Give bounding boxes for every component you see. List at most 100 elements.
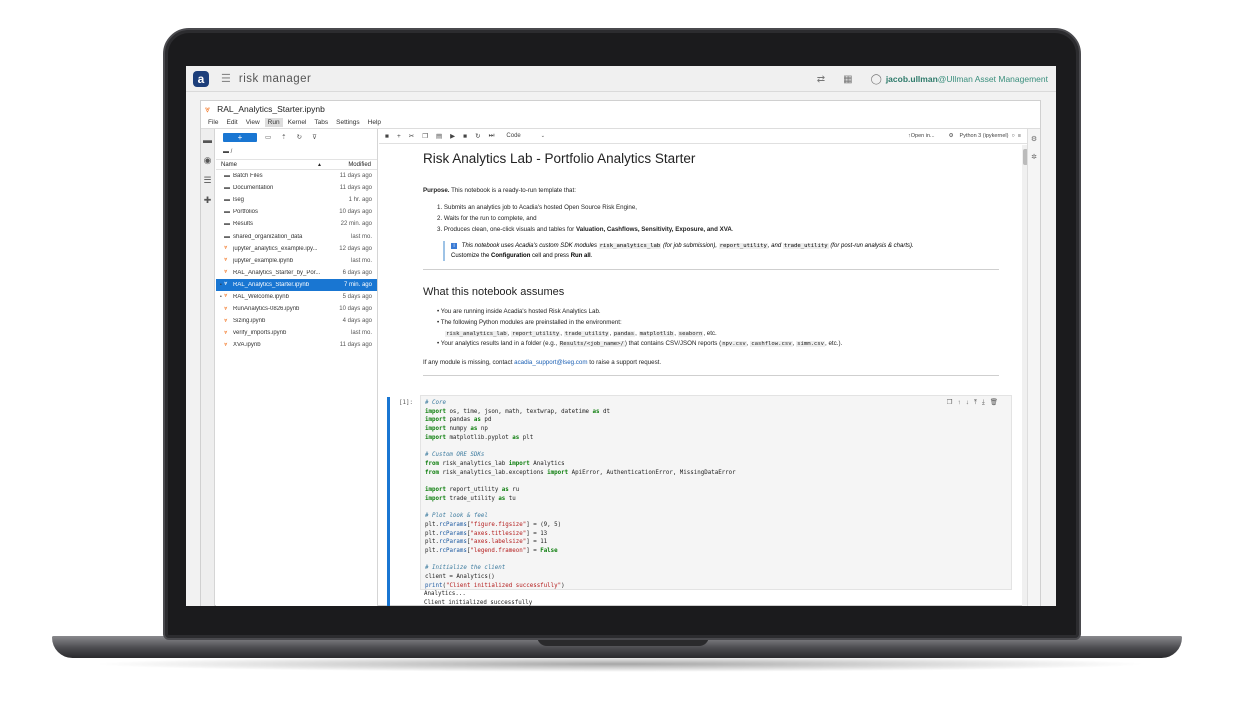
file-list-item[interactable]: ▬ Documentation 11 days ago: [216, 182, 377, 194]
paste-icon[interactable]: ▤: [436, 132, 442, 140]
file-list-item[interactable]: ⩔ RunAnalytics-0826.ipynb 10 days ago: [216, 303, 377, 315]
info-icon: i: [451, 243, 457, 249]
list-item: • Your analytics results land in a folde…: [437, 340, 843, 348]
notebook-toolbar: ■ + ✂ ❐ ▤ ▶ ■ ↻ ⏭ Code ⌄ ↑ Open in... ⚙ …: [379, 129, 1029, 144]
menu-help[interactable]: Help: [365, 118, 384, 127]
upload-icon[interactable]: ⇡: [281, 133, 286, 141]
chevron-down-icon[interactable]: ⌄: [541, 133, 545, 139]
run-icon[interactable]: ▶: [450, 132, 455, 140]
cell-type-select[interactable]: Code: [506, 133, 520, 139]
duplicate-icon[interactable]: ❐: [947, 399, 958, 406]
file-name: shared_organization_data: [233, 233, 303, 240]
file-list-item[interactable]: ▬ Results 22 min. ago: [216, 218, 377, 230]
breadcrumb-path[interactable]: /: [231, 149, 233, 155]
file-list-item[interactable]: ⩔ jupyter_example.ipynb last mo.: [216, 255, 377, 267]
menu-file[interactable]: File: [205, 118, 221, 127]
insert-below-icon[interactable]: ⤓: [982, 399, 990, 406]
file-name: verify_imports.ipynb: [233, 330, 287, 337]
file-list-item[interactable]: ▬ lseg 1 hr. ago: [216, 194, 377, 206]
refresh-icon[interactable]: ↻: [297, 133, 302, 141]
notebook-icon: ⩔: [224, 245, 228, 252]
menu-view[interactable]: View: [243, 118, 263, 127]
restart-icon[interactable]: ↻: [475, 132, 480, 140]
module-chip: pandas: [612, 330, 636, 337]
restart-run-all-icon[interactable]: ⏭: [489, 132, 495, 140]
module-chip: risk_analytics_lab: [445, 330, 508, 337]
notebook-icon: ⩔: [224, 305, 228, 312]
insert-above-icon[interactable]: ⤒: [974, 399, 982, 406]
file-list-item[interactable]: ⩔ verify_imports.ipynb last mo.: [216, 327, 377, 339]
menu-settings[interactable]: Settings: [333, 118, 363, 127]
file-list-item[interactable]: ⩔ RAL_Analytics_Starter_by_Por... 6 days a…: [216, 267, 377, 279]
notebook-heading: Risk Analytics Lab - Portfolio Analytics…: [423, 151, 696, 166]
copy-icon[interactable]: ❐: [422, 132, 428, 140]
modules-end: , etc.: [703, 329, 717, 337]
home-folder-icon[interactable]: ▬: [223, 149, 229, 155]
app-logo[interactable]: a: [193, 70, 209, 87]
running-icon[interactable]: ◉: [201, 155, 214, 169]
module-report-utility: report_utility: [718, 243, 768, 249]
file-list-item[interactable]: • ⩔ RAL_Welcome.ipynb 5 days ago: [216, 291, 377, 303]
file-modified: 5 days ago: [342, 293, 372, 300]
assumption-3a: Your analytics results land in a folder …: [440, 340, 558, 348]
toc-icon[interactable]: ☰: [201, 175, 214, 189]
app-header: a ☰ risk manager ⇄ ▦ ◯ jacob.ullman @Ull…: [186, 66, 1056, 92]
more-menu-icon[interactable]: ≡: [1018, 133, 1021, 139]
menu-kernel[interactable]: Kernel: [285, 118, 310, 127]
debugger-icon[interactable]: ✲: [1028, 153, 1040, 165]
file-list-item[interactable]: • ⩔ RAL_Analytics_Starter.ipynb 7 min. ago: [216, 278, 377, 291]
property-inspector-icon[interactable]: ⚙: [1028, 135, 1040, 147]
cell-toolbar: ❐↑↓⤒⤓🗑: [947, 398, 1003, 407]
notebook-icon: ⩔: [224, 329, 228, 336]
swap-icon[interactable]: ⇄: [817, 74, 825, 85]
insert-cell-icon[interactable]: +: [397, 133, 401, 140]
file-modified: 10 days ago: [339, 209, 372, 216]
file-list-item[interactable]: ▬ Portfolios 10 days ago: [216, 206, 377, 218]
kernel-name[interactable]: Python 3 (ipykernel): [960, 133, 1009, 139]
file-list-item[interactable]: ▬ Batch Files 11 days ago: [216, 170, 377, 182]
folder-icon[interactable]: ▬: [201, 135, 214, 149]
menu-tabs[interactable]: Tabs: [311, 118, 331, 127]
move-down-icon[interactable]: ↓: [966, 399, 974, 406]
code-cell-editor[interactable]: ❐↑↓⤒⤓🗑 # Core import os, time, json, mat…: [420, 395, 1012, 590]
divider: [423, 269, 999, 270]
notebook-filename[interactable]: RAL_Analytics_Starter.ipynb: [217, 104, 325, 114]
grid-icon[interactable]: ▦: [843, 74, 852, 85]
note-mid1: (for job submission),: [662, 243, 717, 249]
file-name: RAL_Welcome.ipynb: [233, 293, 289, 300]
file-list-item[interactable]: ⩔ Sizing.ipynb 4 days ago: [216, 315, 377, 327]
user-name[interactable]: jacob.ullman: [886, 74, 938, 84]
user-icon[interactable]: ◯: [871, 74, 882, 85]
filter-icon[interactable]: ⊽: [312, 133, 317, 141]
gear-icon[interactable]: ⚙: [949, 133, 954, 139]
app-title: risk manager: [238, 72, 312, 85]
menu-bar: File Edit View Run Kernel Tabs Settings …: [201, 117, 1040, 129]
move-up-icon[interactable]: ↑: [957, 399, 965, 406]
results-path: Results/<job_name>/: [558, 341, 625, 348]
support-email-link[interactable]: acadia_support@lseg.com: [514, 359, 587, 366]
new-launcher-button[interactable]: +: [223, 132, 257, 142]
file-modified: last mo.: [350, 330, 372, 337]
menu-icon[interactable]: ☰: [221, 72, 231, 85]
file-name: Results: [233, 221, 254, 228]
menu-edit[interactable]: Edit: [223, 118, 240, 127]
notebook-body: Risk Analytics Lab - Portfolio Analytics…: [379, 145, 1029, 606]
extension-icon[interactable]: ✚: [201, 195, 214, 209]
menu-run[interactable]: Run: [264, 118, 283, 127]
support-paragraph: If any module is missing, contact acadia…: [423, 359, 1001, 367]
file-list-item[interactable]: ⩔ XVA.ipynb 11 days ago: [216, 339, 377, 351]
column-modified[interactable]: Modified: [337, 162, 377, 168]
open-in-button[interactable]: Open in...: [911, 133, 935, 139]
column-name[interactable]: Name: [221, 162, 317, 168]
file-list-item[interactable]: ⩔ jupyter_analytics_example.ipy... 12 days…: [216, 243, 377, 255]
delete-icon[interactable]: 🗑: [990, 399, 1003, 406]
save-icon[interactable]: ■: [385, 133, 389, 140]
new-folder-icon[interactable]: ▭: [265, 133, 271, 141]
stop-icon[interactable]: ■: [463, 133, 467, 140]
code-source: # Core import os, time, json, math, text…: [425, 400, 736, 589]
cut-icon[interactable]: ✂: [409, 132, 414, 140]
file-name: RAL_Analytics_Starter_by_Por...: [233, 269, 321, 276]
assumption-2: The following Python modules are preinst…: [440, 318, 622, 326]
purpose-text: This notebook is a ready-to-run template…: [449, 187, 576, 194]
file-list-item[interactable]: ▬ shared_organization_data last mo.: [216, 230, 377, 242]
